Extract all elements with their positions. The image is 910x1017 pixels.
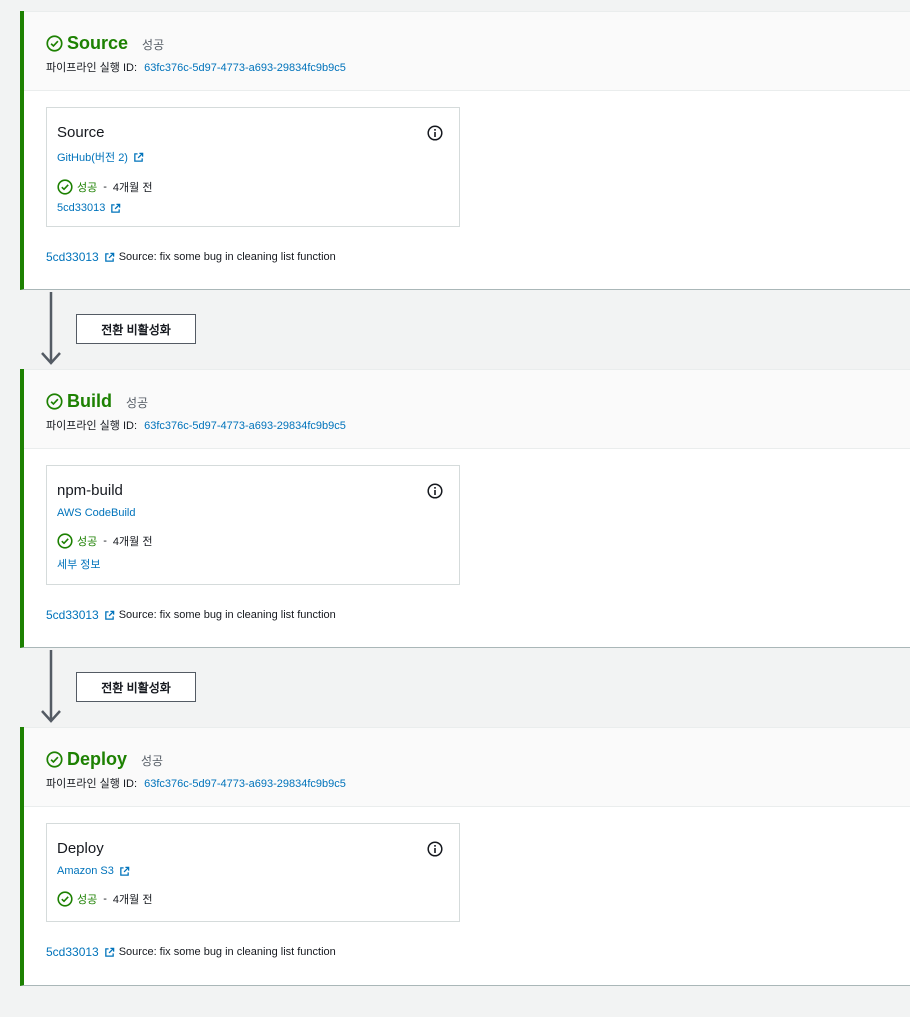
provider-label: GitHub(버전 2) (57, 152, 128, 164)
stage-name: Source (67, 32, 129, 53)
execution-id-link[interactable]: 63fc376c-5d97-4773-a693-29834fc9b9c5 (144, 778, 346, 790)
stage-body: Source GitHub(버전 2) 성공 - 4개월 전 5cd33013 … (24, 91, 910, 264)
stage-body: npm-build AWS CodeBuild 성공 - 4개월 전 세부 정보… (24, 449, 910, 622)
action-card: Deploy Amazon S3 성공 - 4개월 전 (46, 823, 460, 922)
action-status-label: 성공 (77, 894, 98, 906)
action-status: 성공 - 4개월 전 (57, 533, 449, 549)
info-icon[interactable] (427, 483, 443, 499)
execution-id-row: 파이프라인 실행 ID: 63fc376c-5d97-4773-a693-298… (46, 775, 910, 791)
check-circle-icon (57, 891, 73, 907)
status-separator: - (103, 893, 107, 905)
status-separator: - (103, 535, 107, 547)
details-label: 세부 정보 (57, 559, 101, 571)
commit-id-link[interactable]: 5cd33013 (46, 945, 99, 959)
stage-header: Build 성공 파이프라인 실행 ID: 63fc376c-5d97-4773… (24, 369, 910, 449)
execution-id-row: 파이프라인 실행 ID: 63fc376c-5d97-4773-a693-298… (46, 417, 910, 433)
details-link[interactable]: 세부 정보 (57, 556, 449, 572)
stage-status: 성공 (141, 754, 164, 768)
execution-id-link[interactable]: 63fc376c-5d97-4773-a693-29834fc9b9c5 (144, 62, 346, 74)
action-card: npm-build AWS CodeBuild 성공 - 4개월 전 세부 정보 (46, 465, 460, 585)
provider-link[interactable]: AWS CodeBuild (57, 507, 449, 519)
stage-header: Deploy 성공 파이프라인 실행 ID: 63fc376c-5d97-477… (24, 727, 910, 807)
down-arrow-icon (41, 292, 61, 365)
external-link-icon (134, 152, 144, 162)
commit-row: 5cd33013 Source: fix some bug in cleanin… (46, 608, 910, 622)
external-link-icon (104, 947, 114, 957)
external-link-icon (104, 252, 114, 262)
commit-row: 5cd33013 Source: fix some bug in cleanin… (46, 250, 910, 264)
disable-transition-button[interactable]: 전환 비활성화 (76, 672, 196, 702)
stage-status: 성공 (142, 38, 165, 52)
commit-message: Source: fix some bug in cleaning list fu… (118, 946, 336, 958)
commit-message: Source: fix some bug in cleaning list fu… (118, 609, 336, 621)
transition: 전환 비활성화 (40, 290, 240, 366)
execution-id-link[interactable]: 63fc376c-5d97-4773-a693-29834fc9b9c5 (144, 420, 346, 432)
commit-id-link[interactable]: 5cd33013 (46, 608, 99, 622)
action-card: Source GitHub(버전 2) 성공 - 4개월 전 5cd33013 (46, 107, 460, 227)
action-name: Deploy (57, 840, 104, 857)
action-time: 4개월 전 (112, 536, 153, 548)
execution-id-label: 파이프라인 실행 ID: (46, 62, 138, 74)
action-commit-label: 5cd33013 (57, 202, 106, 214)
check-circle-icon (57, 179, 73, 195)
stage-body: Deploy Amazon S3 성공 - 4개월 전 5cd33013 Sou… (24, 807, 910, 959)
provider-link[interactable]: GitHub(버전 2) (57, 149, 449, 165)
info-icon[interactable] (427, 125, 443, 141)
action-time: 4개월 전 (112, 182, 153, 194)
action-name: npm-build (57, 482, 123, 499)
stage-header: Source 성공 파이프라인 실행 ID: 63fc376c-5d97-477… (24, 11, 910, 91)
stage-name: Build (67, 390, 112, 411)
transition: 전환 비활성화 (40, 648, 240, 724)
provider-label: AWS CodeBuild (57, 507, 136, 519)
action-name: Source (57, 124, 105, 141)
stage-build: Build 성공 파이프라인 실행 ID: 63fc376c-5d97-4773… (20, 369, 910, 648)
status-separator: - (103, 181, 107, 193)
stage-name: Deploy (67, 748, 128, 769)
stage-status: 성공 (126, 396, 149, 410)
commit-id-link[interactable]: 5cd33013 (46, 250, 99, 264)
action-status: 성공 - 4개월 전 (57, 891, 449, 907)
check-circle-icon (46, 392, 63, 410)
stage-deploy: Deploy 성공 파이프라인 실행 ID: 63fc376c-5d97-477… (20, 727, 910, 986)
check-circle-icon (46, 34, 63, 52)
action-commit-link[interactable]: 5cd33013 (57, 202, 449, 214)
commit-row: 5cd33013 Source: fix some bug in cleanin… (46, 945, 910, 959)
stage-source: Source 성공 파이프라인 실행 ID: 63fc376c-5d97-477… (20, 11, 910, 290)
external-link-icon (111, 203, 121, 213)
commit-message: Source: fix some bug in cleaning list fu… (118, 251, 336, 263)
provider-label: Amazon S3 (57, 865, 114, 877)
check-circle-icon (46, 750, 63, 768)
action-status-label: 성공 (77, 536, 98, 548)
check-circle-icon (57, 533, 73, 549)
execution-id-label: 파이프라인 실행 ID: (46, 778, 138, 790)
external-link-icon (120, 866, 130, 876)
action-status-label: 성공 (77, 182, 98, 194)
provider-link[interactable]: Amazon S3 (57, 865, 449, 877)
info-icon[interactable] (427, 841, 443, 857)
execution-id-label: 파이프라인 실행 ID: (46, 420, 138, 432)
disable-transition-button[interactable]: 전환 비활성화 (76, 314, 196, 344)
external-link-icon (104, 610, 114, 620)
action-status: 성공 - 4개월 전 (57, 179, 449, 195)
down-arrow-icon (41, 650, 61, 723)
action-time: 4개월 전 (112, 894, 153, 906)
execution-id-row: 파이프라인 실행 ID: 63fc376c-5d97-4773-a693-298… (46, 59, 910, 75)
